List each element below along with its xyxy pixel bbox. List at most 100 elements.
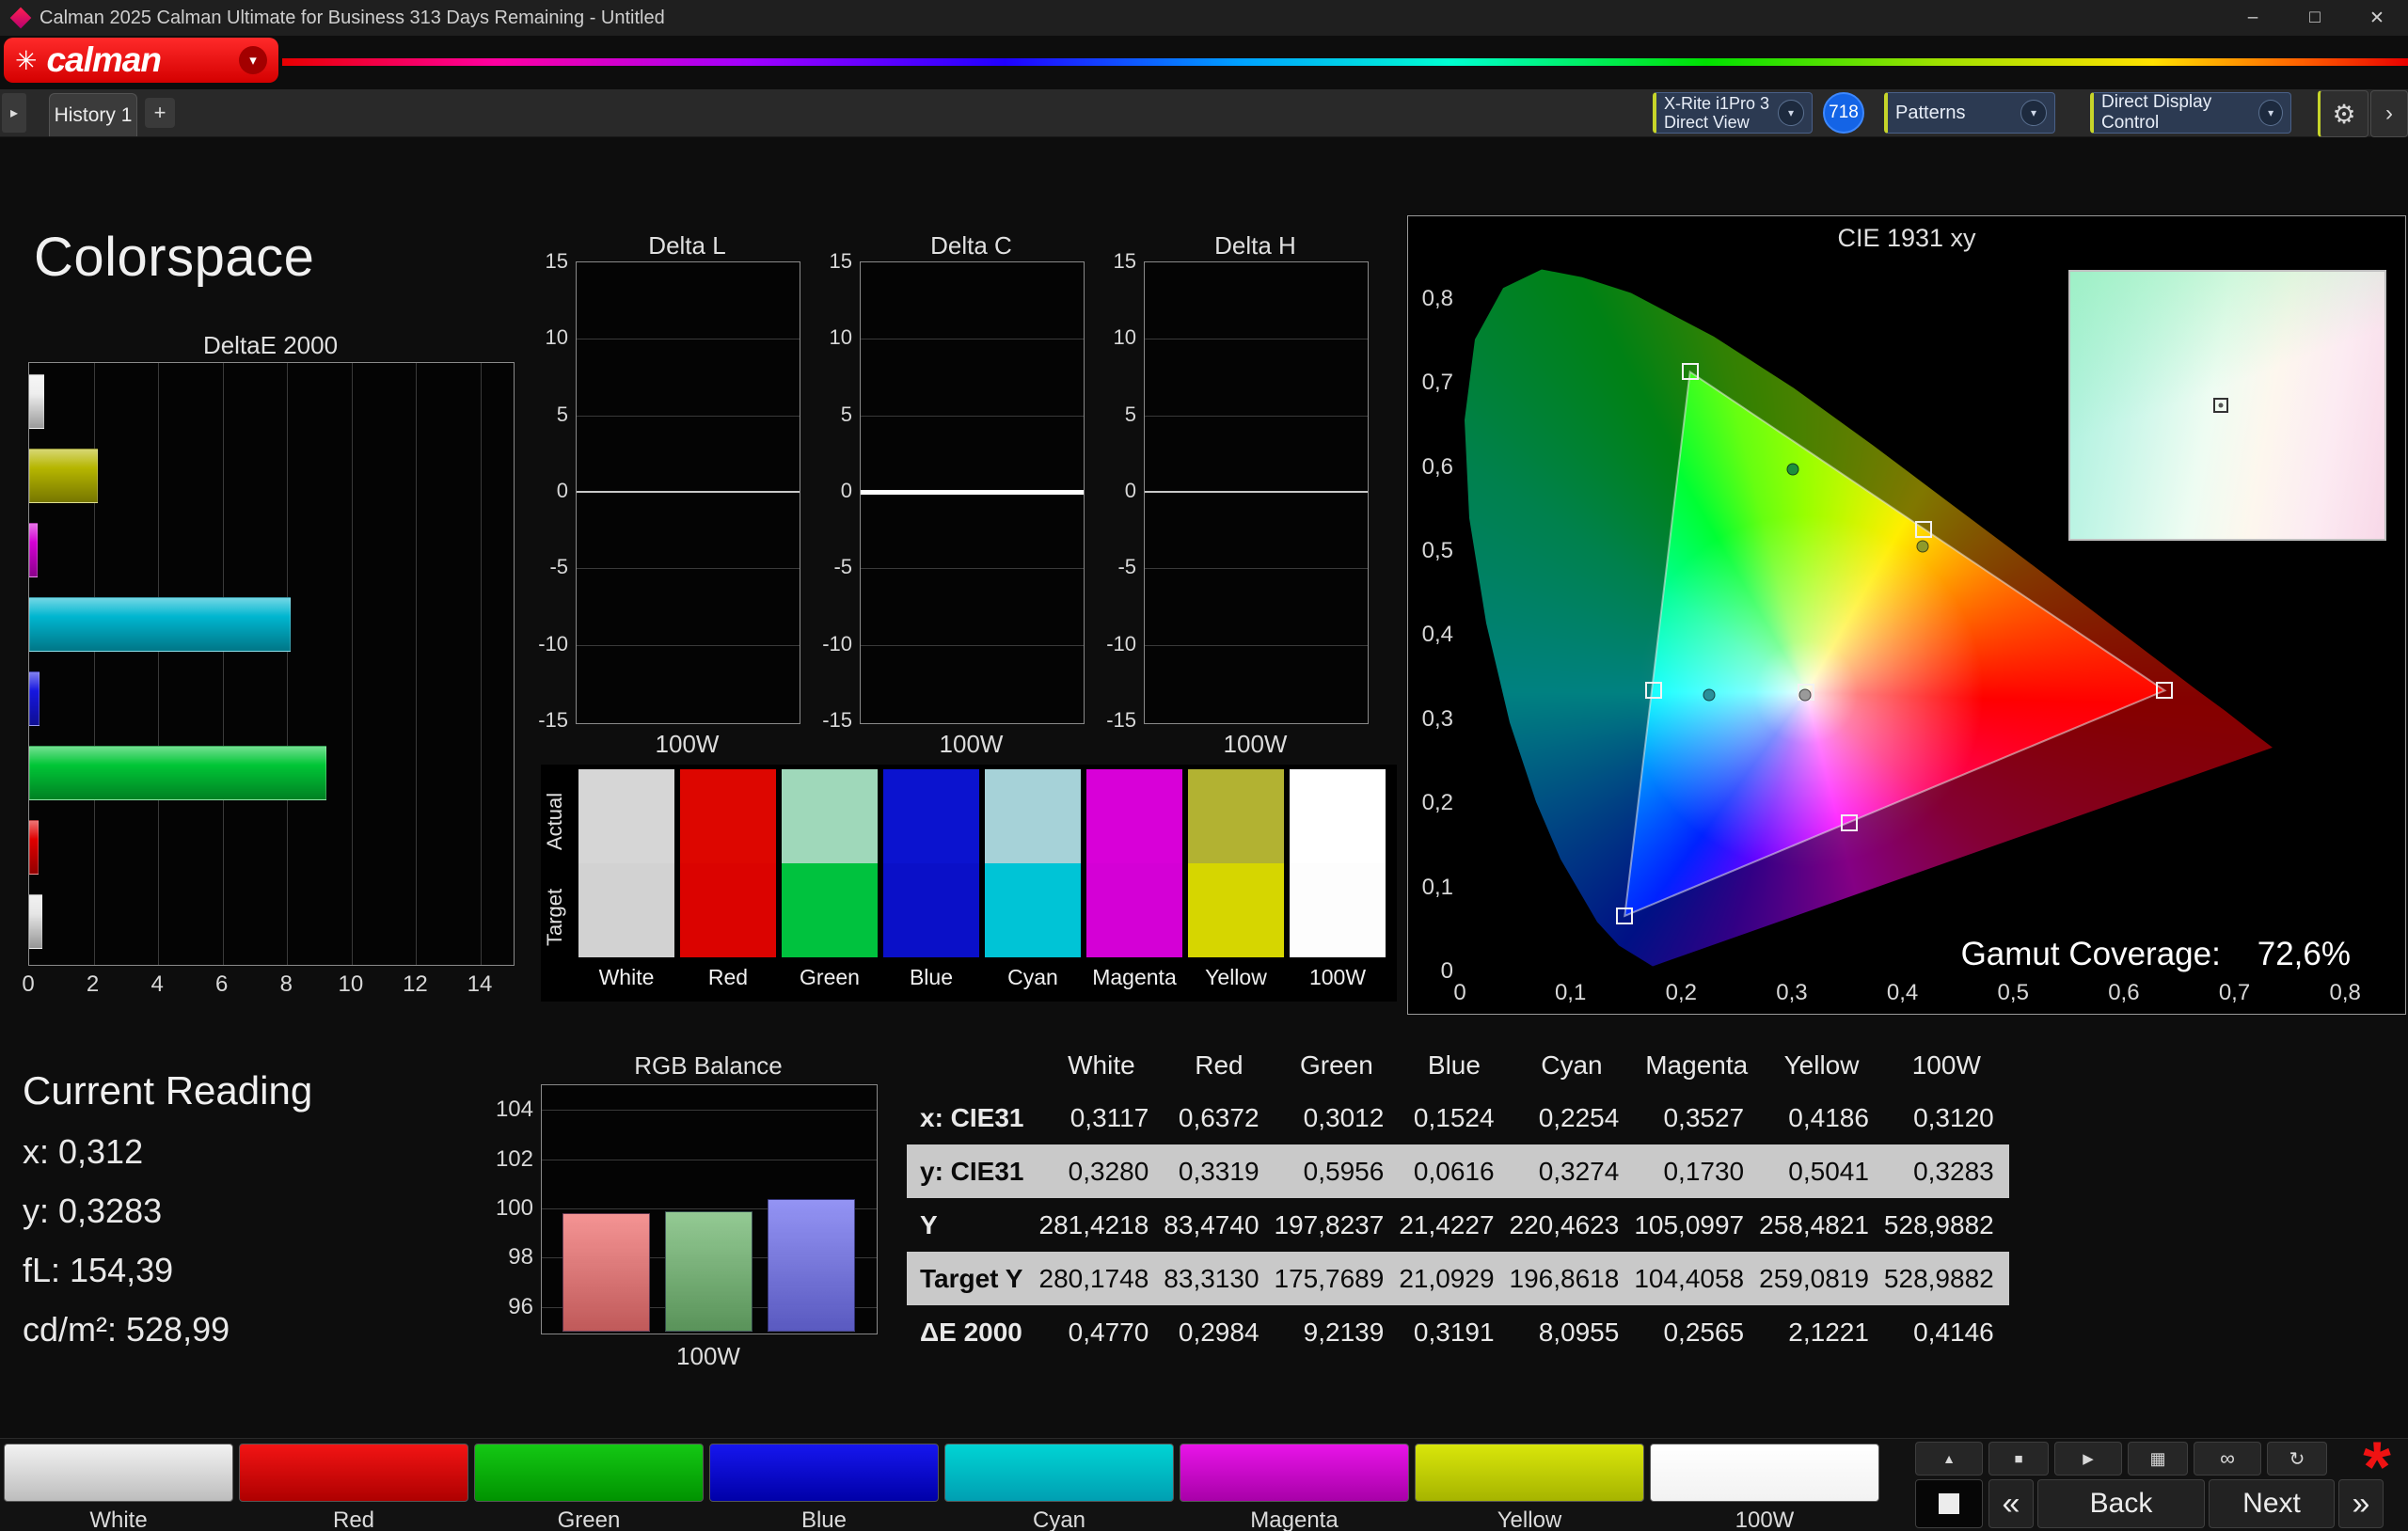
swatch-target (782, 863, 878, 957)
table-cell: 83,4740 (1164, 1198, 1274, 1252)
table-cell: 9,2139 (1275, 1305, 1400, 1359)
delta-chart-x-label: 100W (1144, 730, 1367, 759)
back-button[interactable]: Back (2037, 1479, 2205, 1528)
table-cell: 196,8618 (1510, 1252, 1635, 1305)
first-page-button[interactable]: « (1988, 1479, 2034, 1528)
pattern-color-swatch (4, 1444, 233, 1502)
table-column-header: Cyan (1510, 1040, 1635, 1091)
pattern-button-cyan[interactable]: Cyan (944, 1442, 1174, 1529)
table-cell: 0,1730 (1634, 1144, 1759, 1198)
pattern-button-blue[interactable]: Blue (709, 1442, 939, 1529)
display-control-dropdown[interactable]: Direct Display Control ▾ (2090, 92, 2291, 134)
deltae-bar-100w (29, 894, 42, 949)
pattern-button-label: 100W (1650, 1507, 1879, 1531)
gridline (1145, 416, 1368, 417)
maximize-button[interactable]: □ (2284, 0, 2346, 36)
table-cell: 0,4186 (1759, 1091, 1884, 1144)
x-tick-label: 0,4 (1887, 980, 1918, 1006)
patterns-dropdown[interactable]: Patterns ▾ (1884, 92, 2055, 134)
page-title: Colorspace (34, 226, 314, 289)
x-tick-label: 0,6 (2108, 980, 2139, 1006)
y-tick-label: 5 (801, 402, 852, 427)
calman-menu-button[interactable]: ✳ calman ▾ (4, 38, 278, 83)
save-icon[interactable]: ▦ (2128, 1442, 2188, 1476)
chevron-down-icon[interactable]: ▾ (1778, 100, 1804, 126)
table-row: Target Y280,174883,3130175,768921,092919… (907, 1252, 2009, 1305)
swatch-label: Cyan (985, 965, 1081, 990)
play-icon[interactable]: ▶ (2054, 1442, 2122, 1476)
meter-dropdown[interactable]: X-Rite i1Pro 3 Direct View ▾ (1653, 92, 1813, 134)
table-cell: 0,3191 (1399, 1305, 1509, 1359)
current-reading-line: x: 0,312 (23, 1132, 143, 1172)
x-tick-label: 2 (87, 971, 99, 998)
deltae-bar-green (29, 746, 326, 800)
pattern-button-white[interactable]: White (4, 1442, 233, 1529)
table-cell: 0,0616 (1399, 1144, 1509, 1198)
pattern-button-yellow[interactable]: Yellow (1415, 1442, 1644, 1529)
table-cell: 281,4218 (1039, 1198, 1164, 1252)
target-marker-icon (1616, 908, 1633, 924)
add-tab-button[interactable]: + (145, 98, 175, 128)
swatch-target (883, 863, 979, 957)
rgb-bar-red (562, 1213, 650, 1332)
y-tick-label: 0 (1410, 958, 1453, 985)
table-cell: 0,2254 (1510, 1091, 1635, 1144)
pattern-button-green[interactable]: Green (474, 1442, 704, 1529)
pattern-button-label: Magenta (1180, 1507, 1409, 1531)
rgb-balance-title: RGB Balance (533, 1051, 883, 1081)
y-tick-label: 0 (801, 479, 852, 503)
x-tick-label: 4 (150, 971, 163, 998)
table-cell: 0,1524 (1399, 1091, 1509, 1144)
gridline (577, 568, 800, 569)
x-tick-label: 0,2 (1666, 980, 1697, 1006)
table-cell: 0,4770 (1039, 1305, 1164, 1359)
current-reading-line: y: 0,3283 (23, 1192, 162, 1231)
pattern-button-label: Red (239, 1507, 468, 1531)
rgb-bar-green (665, 1211, 752, 1332)
gridline (481, 363, 482, 965)
meter-dropdown-label: X-Rite i1Pro 3 Direct View (1664, 94, 1769, 132)
x-tick-label: 0,8 (2329, 980, 2360, 1006)
current-reading-title: Current Reading (23, 1068, 312, 1113)
table-cell: 0,6372 (1164, 1091, 1274, 1144)
gear-icon[interactable]: ⚙ (2318, 90, 2368, 137)
pattern-window-toggle[interactable] (1915, 1479, 1983, 1528)
y-tick-label: 5 (517, 402, 568, 427)
next-button[interactable]: Next (2209, 1479, 2335, 1528)
y-tick-label: 0 (517, 479, 568, 503)
minimize-button[interactable]: – (2222, 0, 2284, 36)
tab-history-1[interactable]: History 1 (49, 93, 137, 136)
pattern-button-100w[interactable]: 100W (1650, 1442, 1879, 1529)
table-row-label: y: CIE31 (907, 1144, 1039, 1198)
calman-menu-arrow-icon[interactable]: ▾ (239, 46, 267, 74)
x-tick-label: 10 (338, 971, 363, 998)
pattern-window-icon (1939, 1493, 1959, 1514)
gridline (287, 363, 288, 965)
pattern-button-magenta[interactable]: Magenta (1180, 1442, 1409, 1529)
gridline (577, 416, 800, 417)
refresh-icon[interactable]: ↻ (2267, 1442, 2327, 1476)
delta-chart-title: Delta C (860, 231, 1083, 260)
swatch-actual (883, 769, 979, 863)
swatch-label: White (578, 965, 674, 990)
x-tick-label: 0 (22, 971, 34, 998)
eject-icon[interactable]: ▲ (1915, 1442, 1983, 1476)
gridline (542, 1110, 877, 1111)
swatch-label: Green (782, 965, 878, 990)
panel-expand-icon[interactable]: › (2370, 90, 2408, 137)
tab-scroll-button[interactable]: ▸ (2, 93, 26, 133)
swatch-target (680, 863, 776, 957)
close-button[interactable]: ✕ (2346, 0, 2408, 36)
stop-icon[interactable]: ■ (1988, 1442, 2049, 1476)
table-column-header: White (1039, 1040, 1164, 1091)
pattern-button-red[interactable]: Red (239, 1442, 468, 1529)
series-line (1145, 491, 1368, 493)
x-tick-label: 0,3 (1776, 980, 1807, 1006)
loop-icon[interactable]: ∞ (2194, 1442, 2261, 1476)
chevron-down-icon[interactable]: ▾ (2020, 100, 2047, 126)
y-tick-label: 10 (801, 325, 852, 350)
y-tick-label: 96 (484, 1294, 533, 1320)
meter-status-badge[interactable]: 718 (1823, 92, 1864, 134)
chevron-down-icon[interactable]: ▾ (2258, 100, 2283, 126)
table-column-header: Green (1275, 1040, 1400, 1091)
